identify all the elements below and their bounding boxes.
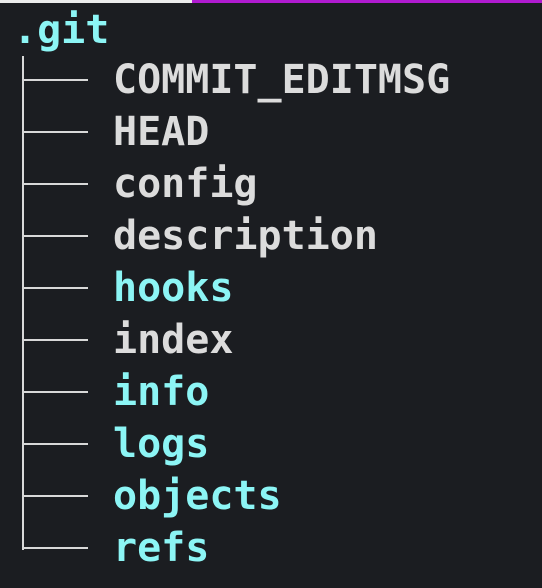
tree-branch-line <box>22 339 88 341</box>
tab-accent-bar <box>192 0 542 3</box>
tree-entry-file: index <box>113 317 234 363</box>
tree-branch-line <box>22 235 88 237</box>
tree-row: objects <box>0 470 542 522</box>
tree-entry-directory: info <box>113 369 210 415</box>
tree-branch-line <box>22 547 88 549</box>
tree-row: index <box>0 314 542 366</box>
tree-branch-line <box>22 443 88 445</box>
tree-row: logs <box>0 418 542 470</box>
tree-branch-line <box>22 391 88 393</box>
tree-row: COMMIT_EDITMSG <box>0 54 542 106</box>
tree-branch-line <box>22 79 88 81</box>
tree-entry-file: config <box>113 161 258 207</box>
tree-branch-line <box>22 495 88 497</box>
tree-root-directory: .git <box>13 7 110 53</box>
tree-entry-directory: logs <box>113 421 210 467</box>
tree-row: hooks <box>0 262 542 314</box>
tree-entry-directory: objects <box>113 473 282 519</box>
tree-row: HEAD <box>0 106 542 158</box>
tree-entry-file: HEAD <box>113 109 210 155</box>
tree-row: description <box>0 210 542 262</box>
tree-branch-line <box>22 183 88 185</box>
tree-branch-line <box>22 131 88 133</box>
tree-entry-directory: hooks <box>113 265 234 311</box>
tree-row: config <box>0 158 542 210</box>
tree-entry-file: COMMIT_EDITMSG <box>113 57 451 103</box>
tree-entry-file: description <box>113 213 378 259</box>
tree-row: info <box>0 366 542 418</box>
tree-branch-line <box>22 287 88 289</box>
terminal-window: .git COMMIT_EDITMSG HEAD config descript… <box>0 0 542 588</box>
tree-row: refs <box>0 522 542 574</box>
active-tab-indicator[interactable] <box>0 0 192 3</box>
tree-entry-directory: refs <box>113 525 210 571</box>
top-tab-bar <box>0 0 542 3</box>
